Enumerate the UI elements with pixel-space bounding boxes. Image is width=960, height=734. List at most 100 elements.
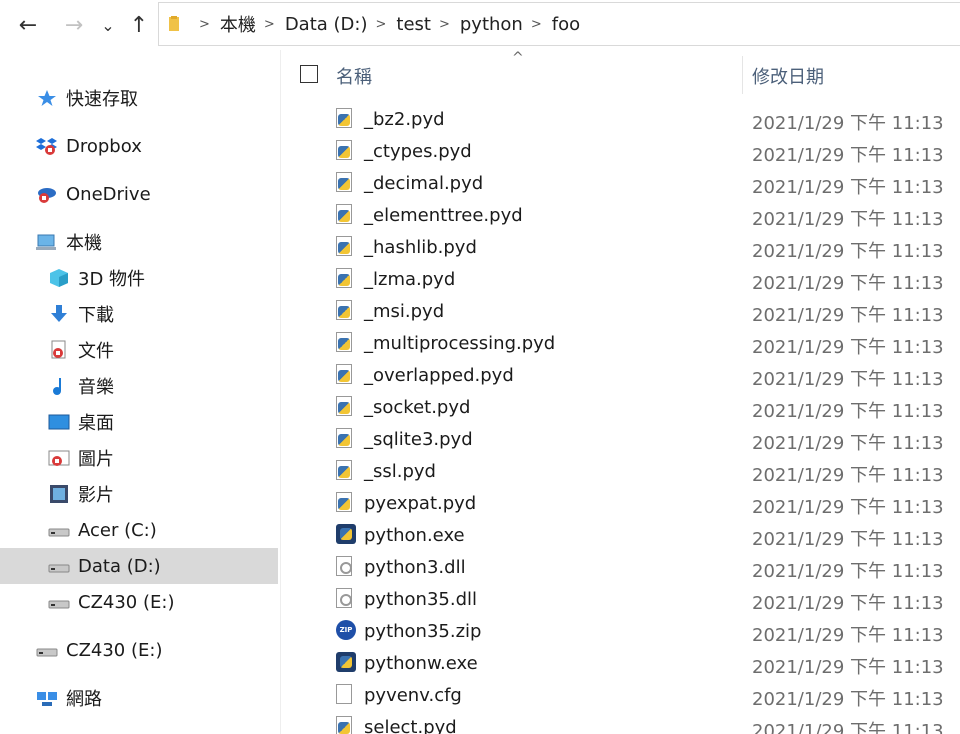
sort-indicator-icon: ^ (512, 50, 524, 66)
sidebar-item[interactable]: CZ430 (E:) (0, 584, 278, 620)
file-row[interactable]: _sqlite3.pyd 2021/1/29 下午 11:13 (282, 423, 960, 455)
recent-locations-button[interactable]: ⌄ (96, 10, 120, 40)
sidebar-item[interactable]: Acer (C:) (0, 512, 278, 548)
python-file-icon (336, 140, 356, 162)
sidebar-item[interactable]: 網路 (0, 680, 278, 716)
sidebar-item-label: CZ430 (E:) (78, 591, 175, 613)
file-name: python3.dll (364, 557, 466, 578)
breadcrumb-item[interactable]: foo (552, 14, 580, 35)
python-file-icon (336, 428, 356, 450)
sidebar-item-label: 桌面 (78, 413, 114, 434)
sidebar-item[interactable]: 下載 (0, 296, 278, 332)
sidebar-item[interactable]: 本機 (0, 224, 278, 260)
file-row[interactable]: ZIP python35.zip 2021/1/29 下午 11:13 (282, 615, 960, 647)
chevron-right-icon[interactable]: > (439, 17, 450, 32)
up-button[interactable]: ↑ (124, 10, 154, 40)
file-modified-date: 2021/1/29 下午 11:13 (752, 593, 944, 614)
file-modified-date: 2021/1/29 下午 11:13 (752, 273, 944, 294)
address-bar[interactable]: > 本機 > Data (D:) > test > python > foo (158, 2, 960, 46)
sidebar-item[interactable]: 圖片 (0, 440, 278, 476)
select-all-checkbox[interactable] (300, 65, 318, 83)
python-file-icon (336, 364, 356, 386)
file-row[interactable]: _overlapped.pyd 2021/1/29 下午 11:13 (282, 359, 960, 391)
sidebar-item[interactable]: 文件 (0, 332, 278, 368)
breadcrumb: > 本機 > Data (D:) > test > python > foo (191, 11, 580, 37)
file-modified-date: 2021/1/29 下午 11:13 (752, 113, 944, 134)
file-row[interactable]: _bz2.pyd 2021/1/29 下午 11:13 (282, 103, 960, 135)
breadcrumb-item[interactable]: Data (D:) (285, 14, 368, 35)
python-file-icon (336, 268, 356, 290)
file-name: pyvenv.cfg (364, 685, 462, 706)
file-row[interactable]: pythonw.exe 2021/1/29 下午 11:13 (282, 647, 960, 679)
column-header: 名稱 ^ 修改日期 (282, 50, 960, 96)
sidebar-item[interactable]: 桌面 (0, 404, 278, 440)
sidebar-item-label: 網路 (66, 689, 102, 710)
file-row[interactable]: python.exe 2021/1/29 下午 11:13 (282, 519, 960, 551)
sidebar-item[interactable]: OneDrive (0, 176, 278, 212)
column-date-header[interactable]: 修改日期 (752, 63, 824, 89)
file-modified-date: 2021/1/29 下午 11:13 (752, 561, 944, 582)
python-file-icon (336, 716, 356, 734)
computer-icon (36, 231, 58, 253)
file-row[interactable]: select.pyd 2021/1/29 下午 11:13 (282, 711, 960, 734)
python-file-icon (336, 172, 356, 194)
sidebar-item[interactable]: CZ430 (E:) (0, 632, 278, 668)
chevron-right-icon[interactable]: > (375, 17, 386, 32)
file-row[interactable]: _ctypes.pyd 2021/1/29 下午 11:13 (282, 135, 960, 167)
pane-divider[interactable] (280, 50, 281, 734)
file-row[interactable]: pyexpat.pyd 2021/1/29 下午 11:13 (282, 487, 960, 519)
file-name: _ctypes.pyd (364, 141, 472, 162)
file-modified-date: 2021/1/29 下午 11:13 (752, 433, 944, 454)
sidebar-item[interactable]: 影片 (0, 476, 278, 512)
column-resize-handle[interactable] (742, 56, 743, 94)
chevron-right-icon[interactable]: > (264, 17, 275, 32)
sidebar-item[interactable]: 3D 物件 (0, 260, 278, 296)
python-exe-icon (336, 652, 356, 674)
sidebar-item[interactable]: Dropbox (0, 128, 278, 164)
file-row[interactable]: python3.dll 2021/1/29 下午 11:13 (282, 551, 960, 583)
video-icon (48, 483, 70, 505)
file-row[interactable]: _multiprocessing.pyd 2021/1/29 下午 11:13 (282, 327, 960, 359)
sidebar-item[interactable]: 快速存取 (0, 80, 278, 116)
sidebar-item[interactable]: Data (D:) (0, 548, 278, 584)
file-modified-date: 2021/1/29 下午 11:13 (752, 721, 944, 734)
star-icon (36, 87, 58, 109)
file-row[interactable]: _decimal.pyd 2021/1/29 下午 11:13 (282, 167, 960, 199)
file-row[interactable]: pyvenv.cfg 2021/1/29 下午 11:13 (282, 679, 960, 711)
file-name: pyexpat.pyd (364, 493, 477, 514)
forward-button[interactable]: → (58, 10, 90, 40)
config-file-icon (336, 684, 356, 706)
folder-icon (167, 15, 183, 33)
file-name: _elementtree.pyd (364, 205, 523, 226)
file-row[interactable]: _msi.pyd 2021/1/29 下午 11:13 (282, 295, 960, 327)
breadcrumb-item[interactable]: test (396, 14, 431, 35)
up-arrow-icon: ↑ (129, 12, 149, 38)
file-row[interactable]: _socket.pyd 2021/1/29 下午 11:13 (282, 391, 960, 423)
file-modified-date: 2021/1/29 下午 11:13 (752, 337, 944, 358)
file-name: _socket.pyd (364, 397, 471, 418)
file-row[interactable]: _hashlib.pyd 2021/1/29 下午 11:13 (282, 231, 960, 263)
back-button[interactable]: ← (12, 10, 44, 40)
python-file-icon (336, 332, 356, 354)
file-row[interactable]: _elementtree.pyd 2021/1/29 下午 11:13 (282, 199, 960, 231)
chevron-right-icon[interactable]: > (531, 17, 542, 32)
sidebar-item[interactable]: 音樂 (0, 368, 278, 404)
file-row[interactable]: python35.dll 2021/1/29 下午 11:13 (282, 583, 960, 615)
download-icon (48, 303, 70, 325)
file-modified-date: 2021/1/29 下午 11:13 (752, 657, 944, 678)
breadcrumb-item[interactable]: python (460, 14, 523, 35)
python-file-icon (336, 236, 356, 258)
pictures-icon (48, 447, 70, 469)
file-name: python.exe (364, 525, 465, 546)
chevron-right-icon[interactable]: > (199, 17, 210, 32)
column-name-header[interactable]: 名稱 (336, 63, 372, 89)
file-name: select.pyd (364, 717, 457, 734)
file-row[interactable]: _ssl.pyd 2021/1/29 下午 11:13 (282, 455, 960, 487)
file-name: _overlapped.pyd (364, 365, 514, 386)
breadcrumb-item[interactable]: 本機 (220, 11, 256, 37)
file-name: python35.dll (364, 589, 478, 610)
sidebar-item-label: 音樂 (78, 377, 114, 398)
file-row[interactable]: _lzma.pyd 2021/1/29 下午 11:13 (282, 263, 960, 295)
sidebar-item-label: 文件 (78, 341, 114, 362)
file-modified-date: 2021/1/29 下午 11:13 (752, 145, 944, 166)
